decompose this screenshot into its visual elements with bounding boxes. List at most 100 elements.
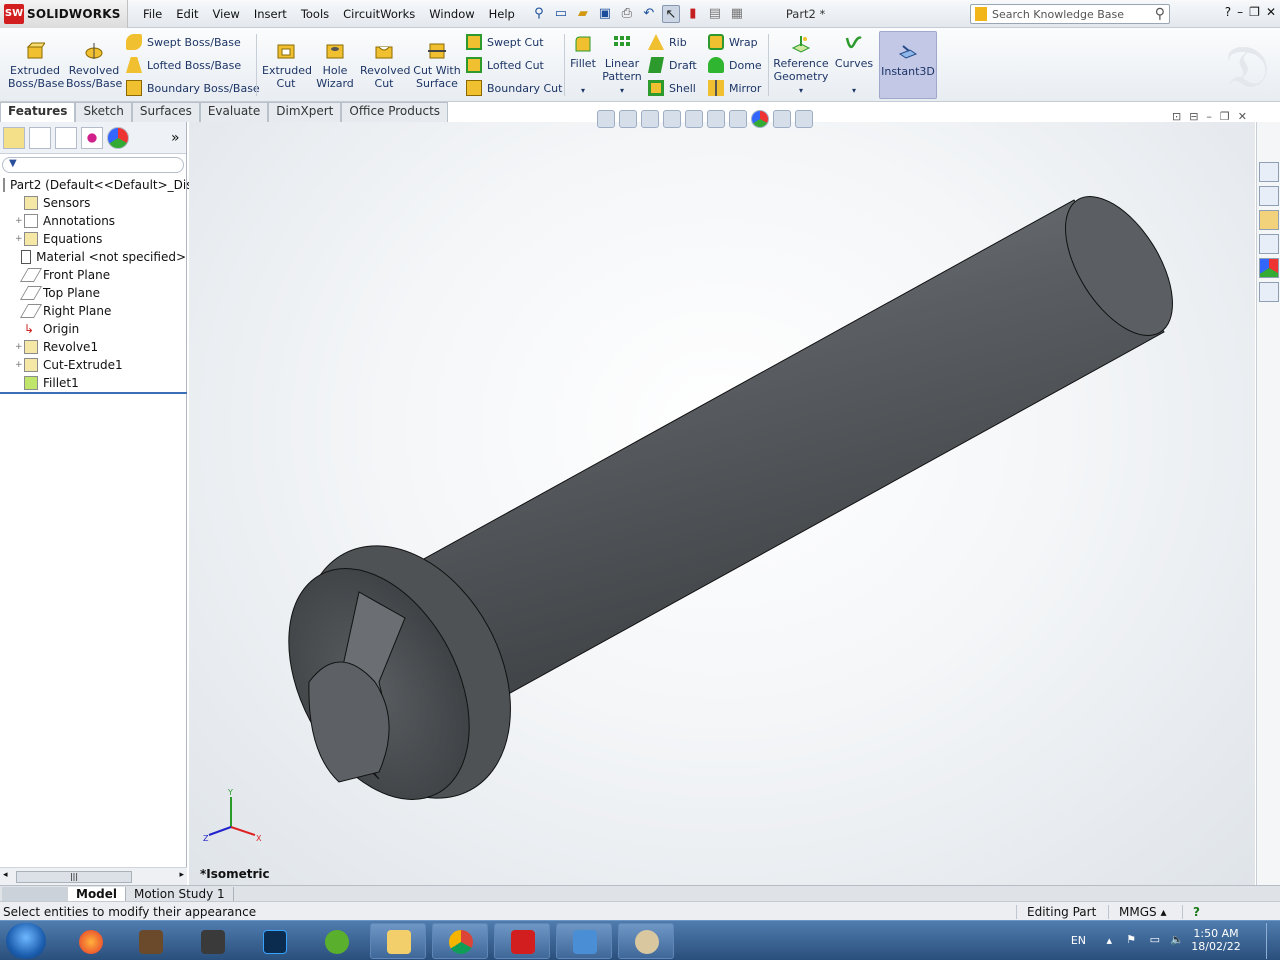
tab-surfaces[interactable]: Surfaces — [131, 102, 200, 122]
menu-window[interactable]: Window — [422, 7, 481, 21]
draft-button[interactable]: Draft — [648, 57, 697, 73]
reference-triad[interactable]: Y X Z — [203, 789, 263, 849]
swept-cut-button[interactable]: Swept Cut — [466, 34, 544, 50]
tree-item-cut-extrude1[interactable]: + Cut-Extrude1 — [0, 356, 186, 374]
wrap-button[interactable]: Wrap — [708, 34, 758, 50]
curves-button[interactable]: Curves ▾ — [834, 34, 874, 97]
file-explorer-icon[interactable] — [1259, 210, 1279, 230]
tree-item-equations[interactable]: + Equations — [0, 230, 186, 248]
cut-with-surface-button[interactable]: Cut With Surface — [412, 41, 462, 90]
extruded-boss-button[interactable]: Extruded Boss/Base — [8, 41, 64, 90]
restore-icon[interactable]: ❐ — [1249, 5, 1260, 19]
clock[interactable]: 1:50 AM 18/02/22 — [1188, 927, 1244, 953]
show-desktop-button[interactable] — [1266, 923, 1278, 959]
taskbar-utorrent[interactable] — [308, 923, 364, 959]
boundary-cut-button[interactable]: Boundary Cut — [466, 80, 562, 96]
curves-dropdown-icon[interactable]: ▾ — [834, 84, 874, 97]
tab-motion-study-1[interactable]: Motion Study 1 — [126, 886, 234, 901]
tree-item-top-plane[interactable]: Top Plane — [0, 284, 186, 302]
show-hidden-icons-icon[interactable]: ▴ — [1106, 934, 1112, 947]
taskbar-counter-strike[interactable] — [184, 923, 240, 959]
tab-dimxpert[interactable]: DimXpert — [268, 102, 342, 122]
linear-pattern-button[interactable]: Linear Pattern ▾ — [602, 34, 642, 97]
graphics-area[interactable]: ⊡ ⊟ – ❐ ✕ Y X Z *Isometric — [189, 110, 1255, 885]
taskbar-photo-viewer[interactable] — [556, 923, 612, 959]
panel-horizontal-scrollbar[interactable]: ◂ ||| ▸ — [0, 867, 187, 885]
menu-file[interactable]: File — [136, 7, 169, 21]
taskbar-game[interactable] — [122, 923, 178, 959]
tree-item-revolve1[interactable]: + Revolve1 — [0, 338, 186, 356]
tab-sketch[interactable]: Sketch — [75, 102, 132, 122]
feature-filter-input[interactable]: ▼ — [2, 157, 184, 173]
tab-scroll-arrows[interactable] — [2, 886, 68, 901]
taskbar-photoshop[interactable] — [246, 923, 302, 959]
start-button-icon[interactable] — [6, 923, 46, 959]
scroll-right-icon[interactable]: ▸ — [179, 870, 184, 880]
select-icon[interactable]: ↖ — [661, 4, 680, 23]
tree-expander[interactable]: + — [15, 342, 24, 352]
shell-button[interactable]: Shell — [648, 80, 696, 96]
fillet-button[interactable]: Fillet ▾ — [568, 34, 598, 97]
dimxpertmanager-icon[interactable] — [81, 126, 103, 149]
design-library-icon[interactable] — [1259, 186, 1279, 206]
fillet-dropdown-icon[interactable]: ▾ — [568, 84, 598, 97]
view-palette-icon[interactable] — [1259, 234, 1279, 254]
screw-model[interactable] — [189, 122, 1255, 885]
undo-icon[interactable]: ↶ — [640, 5, 658, 23]
revolved-cut-button[interactable]: Revolved Cut — [360, 41, 410, 90]
extruded-cut-button[interactable]: Extruded Cut — [262, 41, 312, 90]
lofted-boss-button[interactable]: Lofted Boss/Base — [126, 57, 241, 73]
volume-icon[interactable]: 🔈 — [1170, 933, 1184, 946]
tree-expander[interactable]: + — [15, 234, 24, 244]
instant3d-button[interactable]: Instant3D — [879, 31, 937, 99]
reference-geometry-dropdown-icon[interactable]: ▾ — [772, 84, 830, 97]
taskbar-explorer[interactable] — [370, 923, 426, 959]
featuremanager-tree-icon[interactable] — [3, 126, 25, 149]
tree-item-fillet1[interactable]: Fillet1 — [0, 374, 186, 392]
taskbar-firefox[interactable] — [62, 923, 118, 959]
close-icon[interactable]: ✕ — [1266, 5, 1276, 19]
configurationmanager-icon[interactable] — [55, 126, 77, 149]
rebuild-icon[interactable]: ▮ — [684, 5, 702, 23]
help-icon[interactable]: ? — [1225, 5, 1231, 19]
appearances-icon[interactable] — [1259, 258, 1279, 278]
tab-model[interactable]: Model — [68, 886, 127, 901]
network-icon[interactable]: ▭ — [1150, 933, 1160, 946]
linear-pattern-dropdown-icon[interactable]: ▾ — [602, 84, 642, 97]
menu-tools[interactable]: Tools — [294, 7, 336, 21]
revolved-boss-button[interactable]: Revolved Boss/Base — [66, 41, 122, 90]
file-properties-icon[interactable]: ▤ — [706, 5, 724, 23]
print-icon[interactable]: ⎙ — [618, 5, 636, 23]
display-manager-icon[interactable] — [107, 126, 129, 149]
menu-edit[interactable]: Edit — [169, 7, 205, 21]
solidworks-resources-icon[interactable] — [1259, 162, 1279, 182]
reference-geometry-button[interactable]: Reference Geometry ▾ — [772, 34, 830, 97]
tree-expander[interactable]: + — [15, 360, 24, 370]
help-status-icon[interactable]: ? — [1182, 904, 1210, 919]
expand-panel-icon[interactable]: » — [171, 130, 180, 146]
menu-circuitworks[interactable]: CircuitWorks — [336, 7, 422, 21]
scroll-left-icon[interactable]: ◂ — [3, 870, 8, 880]
taskbar-chrome[interactable] — [432, 923, 488, 959]
options-icon[interactable]: ▦ — [728, 5, 746, 23]
save-icon[interactable]: ▣ — [596, 5, 614, 23]
tree-item-origin[interactable]: ↳ Origin — [0, 320, 186, 338]
tab-evaluate[interactable]: Evaluate — [199, 102, 269, 122]
rollback-bar[interactable] — [0, 392, 187, 394]
search-icon[interactable]: ⚲ — [1155, 6, 1165, 22]
hole-wizard-button[interactable]: Hole Wizard — [314, 41, 356, 90]
new-document-icon[interactable]: ▭ — [552, 5, 570, 23]
custom-properties-icon[interactable] — [1259, 282, 1279, 302]
tab-features[interactable]: Features — [0, 102, 76, 122]
tree-expander[interactable]: + — [15, 216, 24, 226]
taskbar-solidworks[interactable] — [494, 923, 550, 959]
action-center-icon[interactable]: ⚑ — [1126, 933, 1136, 946]
menu-insert[interactable]: Insert — [247, 7, 294, 21]
swept-boss-button[interactable]: Swept Boss/Base — [126, 34, 241, 50]
app-logo[interactable]: SW SOLIDWORKS — [0, 0, 128, 28]
scrollbar-thumb[interactable]: ||| — [16, 871, 132, 883]
rib-button[interactable]: Rib — [648, 34, 687, 50]
minimize-icon[interactable]: – — [1237, 5, 1243, 19]
tree-item-right-plane[interactable]: Right Plane — [0, 302, 186, 320]
units-selector[interactable]: MMGS ▴ — [1108, 904, 1182, 919]
